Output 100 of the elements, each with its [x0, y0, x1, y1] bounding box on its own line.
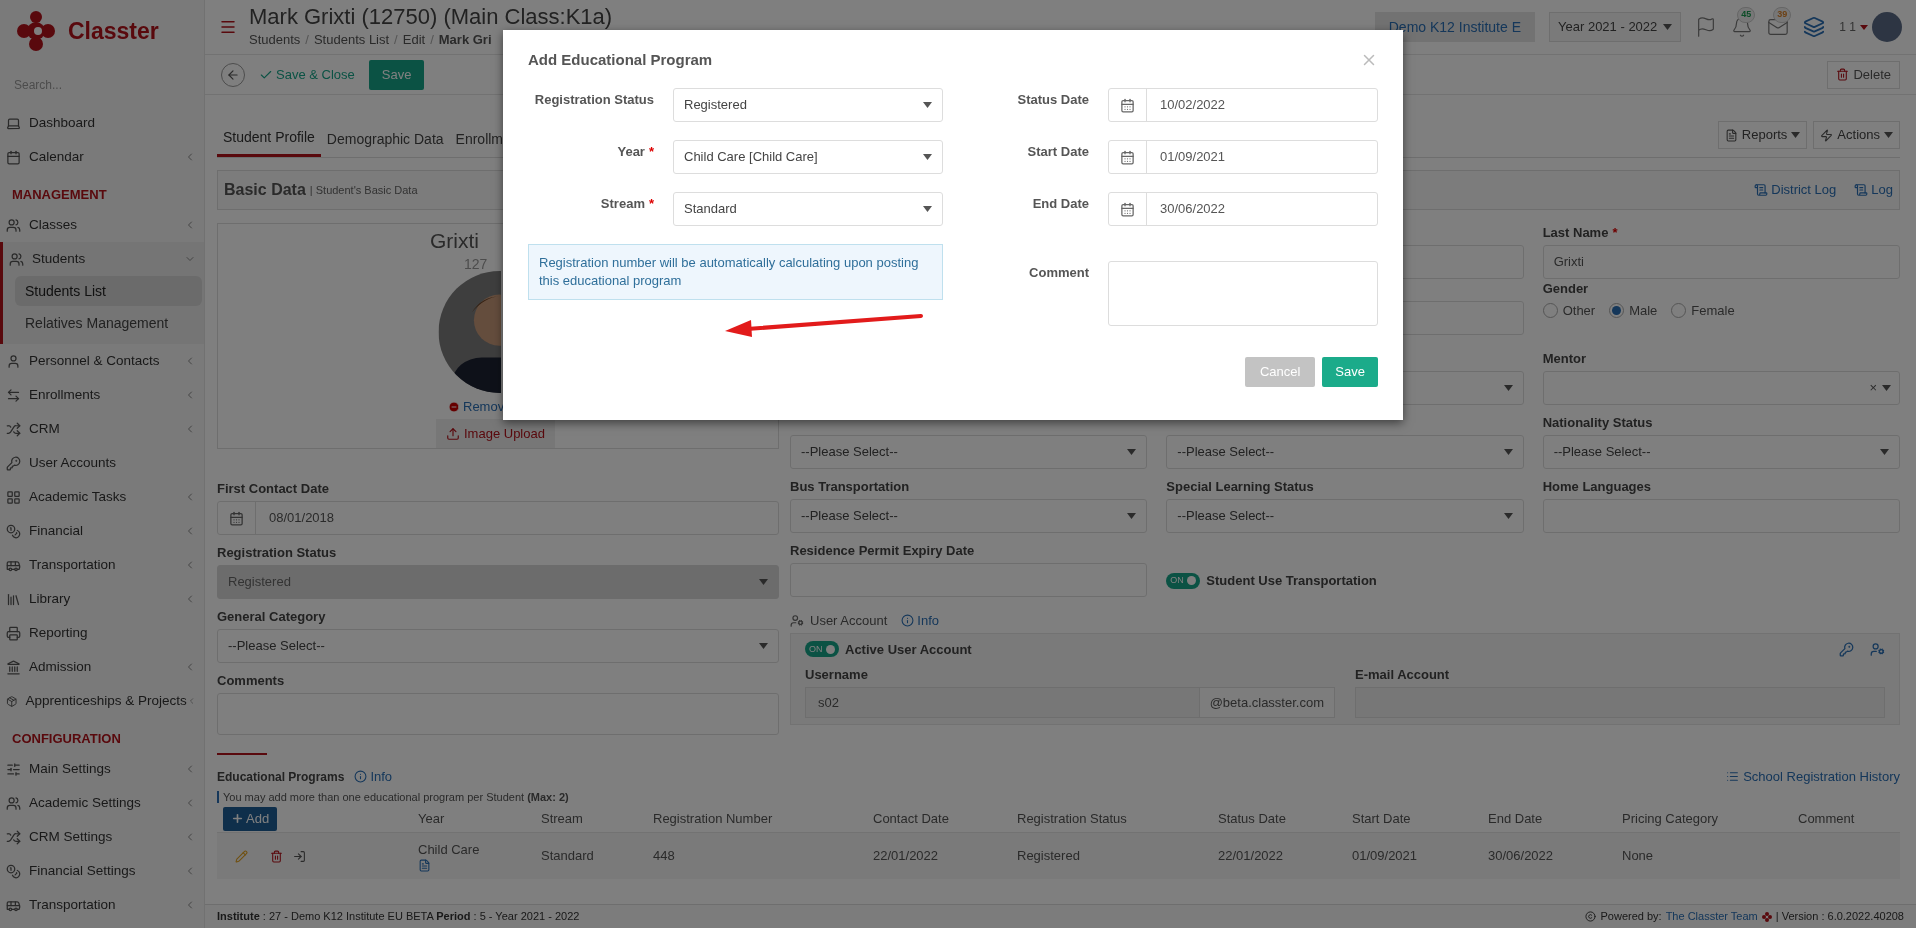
- section-heading: MANAGEMENT: [11, 185, 108, 204]
- radio-button[interactable]: [1671, 303, 1687, 319]
- dropdown-button[interactable]: Actions: [1813, 121, 1900, 149]
- select-field[interactable]: --Please Select--: [1166, 435, 1524, 469]
- radio-button[interactable]: [1542, 303, 1558, 319]
- year-dropdown[interactable]: Year 2021 - 2022: [1549, 12, 1682, 42]
- avatar[interactable]: [1872, 12, 1902, 42]
- info-link[interactable]: Info: [354, 767, 393, 787]
- sidebar-item[interactable]: Classes: [0, 208, 204, 242]
- input-field[interactable]: s02: [805, 687, 1200, 718]
- sidebar-item[interactable]: Academic Tasks: [0, 480, 204, 514]
- field-label: Username: [805, 666, 868, 684]
- sidebar-item[interactable]: Transportation: [0, 548, 204, 582]
- column-header: Status Date: [1218, 809, 1287, 828]
- select-field[interactable]: --Please Select--: [1166, 499, 1524, 533]
- mail-icon[interactable]: [1767, 16, 1790, 38]
- sidebar-item[interactable]: Financial: [0, 514, 204, 548]
- date-field[interactable]: 30/06/2022: [1108, 192, 1378, 226]
- team-link[interactable]: The Classter Team: [1665, 908, 1758, 925]
- bell-icon[interactable]: [1731, 16, 1754, 38]
- sidebar-item[interactable]: Academic Settings: [0, 786, 204, 820]
- toggle-switch[interactable]: ON: [805, 641, 839, 658]
- log-link[interactable]: District Log: [1754, 180, 1837, 200]
- caret-icon: [923, 102, 932, 108]
- column-header: Registration Status: [1017, 809, 1128, 828]
- clear-icon[interactable]: ×: [1869, 378, 1877, 398]
- document-icon[interactable]: [418, 859, 431, 873]
- select-field[interactable]: Registered: [673, 88, 943, 122]
- date-field[interactable]: 01/09/2021: [1108, 140, 1378, 174]
- key-icon[interactable]: [1839, 641, 1854, 657]
- save-button[interactable]: Save: [368, 59, 425, 90]
- field-label: Bus Transportation: [790, 478, 910, 496]
- sidebar-item[interactable]: Dashboard: [0, 106, 204, 140]
- radio-label: Other: [1562, 302, 1596, 320]
- layers-icon[interactable]: [1803, 16, 1826, 38]
- sidebar-item[interactable]: Transportation: [0, 888, 204, 922]
- required-mark: *: [1612, 224, 1618, 242]
- date-field[interactable]: 08/01/2018: [217, 501, 779, 535]
- select-field[interactable]: --Please Select--: [1542, 435, 1900, 469]
- sidebar-item[interactable]: Apprenticeships & Projects: [0, 684, 204, 718]
- sidebar-item[interactable]: CRM: [0, 412, 204, 446]
- table-cell-text: 448: [653, 847, 676, 866]
- field-label: First Contact Date: [217, 480, 329, 498]
- login-icon[interactable]: [293, 849, 306, 863]
- page-title: Mark Grixti (12750) (Main Class:K1a): [249, 4, 613, 31]
- remove-link[interactable]: Remov: [448, 396, 505, 417]
- submenu-item[interactable]: Students List: [15, 276, 202, 306]
- image-upload-button[interactable]: Image Upload: [436, 419, 555, 448]
- select-field[interactable]: ×: [1542, 371, 1900, 405]
- info-link[interactable]: Info: [901, 611, 939, 631]
- dropdown-button[interactable]: Reports: [1717, 121, 1808, 149]
- select-field[interactable]: --Please Select--: [217, 629, 779, 663]
- sidebar-item[interactable]: Students: [3, 242, 204, 276]
- tab[interactable]: Student Profile: [217, 121, 321, 157]
- trash-icon: [1836, 68, 1850, 81]
- select-field[interactable]: --Please Select--: [790, 499, 1148, 533]
- sidebar-item[interactable]: Admission: [0, 650, 204, 684]
- delete-button[interactable]: Delete: [1827, 60, 1900, 89]
- section-title: Basic Data: [224, 180, 306, 200]
- table-cell-text: Standard: [541, 847, 595, 866]
- comment-field[interactable]: [1108, 261, 1378, 326]
- add-button[interactable]: Add: [223, 806, 278, 831]
- sidebar-item[interactable]: Calendar: [0, 140, 204, 174]
- sidebar-item[interactable]: Enrollments: [0, 378, 204, 412]
- breadcrumb[interactable]: Students: [249, 30, 301, 50]
- select-field[interactable]: Child Care [Child Care]: [673, 140, 943, 174]
- lightning-icon: [1820, 128, 1834, 142]
- sidebar-item[interactable]: CRM Settings: [0, 820, 204, 854]
- sidebar-item[interactable]: Financial Settings: [0, 854, 204, 888]
- field-label: Gender: [1542, 280, 1589, 298]
- breadcrumb[interactable]: Edit: [402, 30, 426, 50]
- sidebar-item[interactable]: Reporting: [0, 616, 204, 650]
- log-link[interactable]: Log: [1854, 180, 1893, 200]
- save-close-button[interactable]: Save & Close: [255, 64, 359, 85]
- caret-icon: [1127, 449, 1137, 455]
- select-field[interactable]: --Please Select--: [790, 435, 1148, 469]
- sidebar-item[interactable]: Personnel & Contacts: [0, 344, 204, 378]
- sidebar-item[interactable]: Main Settings: [0, 752, 204, 786]
- date-field[interactable]: 10/02/2022: [1108, 88, 1378, 122]
- tab[interactable]: Demographic Data: [320, 121, 450, 157]
- caret-icon[interactable]: [1860, 24, 1868, 30]
- user-settings-icon[interactable]: [1870, 641, 1885, 657]
- input-field[interactable]: Grixti: [1542, 245, 1900, 279]
- note-text: You may add more than one educational program per Student (Max: 2): [223, 789, 569, 805]
- toggle-switch[interactable]: ON: [1166, 572, 1201, 589]
- select-field[interactable]: Standard: [673, 192, 943, 226]
- modal-title: Add Educational Program: [528, 49, 713, 70]
- sidebar-item[interactable]: Library: [0, 582, 204, 616]
- user-menu[interactable]: 1 1: [1839, 18, 1856, 36]
- section-subtitle: | Student's Basic Data: [309, 182, 418, 198]
- calendar-icon: [1120, 97, 1135, 113]
- field-label: Status Date: [1017, 91, 1089, 109]
- submenu-item[interactable]: Relatives Management: [15, 308, 202, 338]
- breadcrumb[interactable]: Students List: [313, 30, 390, 50]
- save-button[interactable]: Save: [1322, 357, 1378, 387]
- edit-icon[interactable]: [235, 849, 248, 863]
- radio-button[interactable]: [1609, 303, 1625, 319]
- sidebar-item[interactable]: User Accounts: [0, 446, 204, 480]
- history-link[interactable]: School Registration History: [1726, 767, 1900, 787]
- delete-icon[interactable]: [270, 849, 283, 863]
